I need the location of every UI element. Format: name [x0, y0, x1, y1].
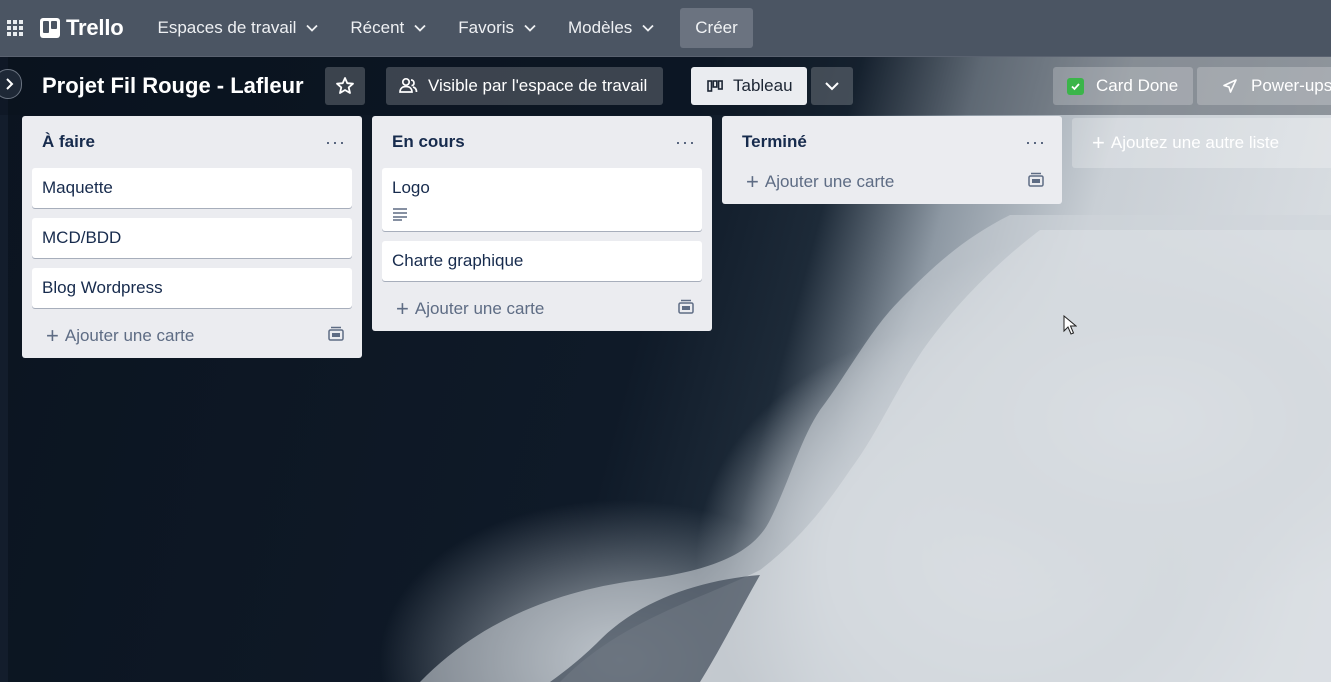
workspace-people-icon	[398, 77, 418, 95]
trello-logo[interactable]: Trello	[40, 15, 124, 41]
chevron-down-icon	[414, 24, 426, 32]
list-menu-icon[interactable]: ···	[1025, 133, 1046, 151]
card-title: Blog Wordpress	[42, 278, 163, 297]
trello-logo-icon	[40, 18, 60, 38]
power-ups-label: Power-ups	[1251, 76, 1331, 95]
card-done-button[interactable]: Card Done	[1053, 67, 1193, 105]
card-title: Charte graphique	[392, 251, 524, 270]
check-icon	[1067, 77, 1084, 95]
description-lines-icon	[392, 207, 692, 221]
power-ups-button[interactable]: Power-ups	[1197, 67, 1331, 105]
card-title: Logo	[392, 178, 430, 197]
left-edge	[0, 56, 8, 682]
card-template-icon[interactable]	[328, 326, 344, 346]
top-header: Trello Espaces de travail Récent Favoris…	[0, 0, 1331, 57]
chevron-down-icon	[825, 82, 839, 91]
add-card-label: Ajouter une carte	[764, 172, 895, 191]
card-title: Maquette	[42, 178, 113, 197]
view-label: Tableau	[733, 76, 793, 95]
add-card-row: + Ajouter une carte	[22, 314, 362, 358]
list-en-cours: En cours ··· Logo Charte graphique + Ajo…	[372, 116, 712, 331]
visibility-label: Visible par l'espace de travail	[428, 76, 648, 95]
chevron-down-icon	[306, 24, 319, 32]
chevron-right-icon	[6, 78, 14, 90]
card[interactable]: Maquette	[32, 168, 352, 208]
card[interactable]: Charte graphique	[382, 241, 702, 281]
plus-icon: +	[1092, 130, 1105, 155]
rocket-icon	[1221, 77, 1239, 95]
apps-grid-icon[interactable]	[2, 0, 28, 57]
view-switcher-dropdown[interactable]	[811, 67, 853, 105]
list-menu-icon[interactable]: ···	[325, 133, 346, 151]
list-header: À faire ···	[22, 116, 362, 168]
list-menu-icon[interactable]: ···	[675, 133, 696, 151]
card-template-icon[interactable]	[1028, 172, 1044, 192]
card-template-icon[interactable]	[678, 299, 694, 319]
plus-icon: +	[396, 296, 409, 321]
star-icon	[336, 77, 354, 94]
add-card-label: Ajouter une carte	[64, 326, 195, 345]
nav-label: Récent	[350, 18, 405, 37]
card[interactable]: Logo	[382, 168, 702, 231]
plus-icon: +	[746, 169, 759, 194]
nav-templates[interactable]: Modèles	[556, 8, 666, 48]
create-button[interactable]: Créer	[680, 8, 753, 48]
card-done-label: Card Done	[1096, 76, 1179, 95]
list-title[interactable]: En cours	[392, 132, 465, 152]
nav-label: Espaces de travail	[157, 18, 297, 37]
board-view-button[interactable]: Tableau	[691, 67, 807, 105]
add-list-button[interactable]: + Ajoutez une autre liste	[1072, 118, 1331, 168]
card[interactable]: Blog Wordpress	[32, 268, 352, 308]
mouse-cursor-icon	[1063, 315, 1077, 335]
nav-workspaces[interactable]: Espaces de travail	[146, 8, 331, 48]
board-view-icon	[707, 79, 723, 93]
list-a-faire: À faire ··· Maquette MCD/BDD Blog Wordpr…	[22, 116, 362, 358]
add-card-button[interactable]: + Ajouter une carte	[746, 171, 894, 193]
board-title[interactable]: Projet Fil Rouge - Lafleur	[42, 73, 304, 99]
nav-recent[interactable]: Récent	[338, 8, 438, 48]
add-list-label: Ajoutez une autre liste	[1110, 133, 1280, 152]
list-title[interactable]: Terminé	[742, 132, 807, 152]
nav-label: Favoris	[458, 18, 515, 37]
card-title: MCD/BDD	[42, 228, 122, 247]
list-termine: Terminé ··· + Ajouter une carte	[722, 116, 1062, 204]
plus-icon: +	[46, 323, 59, 348]
add-card-button[interactable]: + Ajouter une carte	[396, 298, 544, 320]
chevron-down-icon	[524, 24, 536, 32]
star-button[interactable]	[325, 67, 365, 105]
add-card-label: Ajouter une carte	[414, 299, 545, 318]
nav-favorites[interactable]: Favoris	[446, 8, 548, 48]
visibility-button[interactable]: Visible par l'espace de travail	[386, 67, 663, 105]
card[interactable]: MCD/BDD	[32, 218, 352, 258]
nav-label: Modèles	[568, 18, 633, 37]
add-card-row: + Ajouter une carte	[372, 287, 712, 331]
list-title[interactable]: À faire	[42, 132, 95, 152]
add-card-button[interactable]: + Ajouter une carte	[46, 325, 194, 347]
list-header: En cours ···	[372, 116, 712, 168]
add-card-row: + Ajouter une carte	[722, 160, 1062, 204]
logo-text: Trello	[66, 15, 124, 40]
chevron-down-icon	[642, 24, 654, 32]
